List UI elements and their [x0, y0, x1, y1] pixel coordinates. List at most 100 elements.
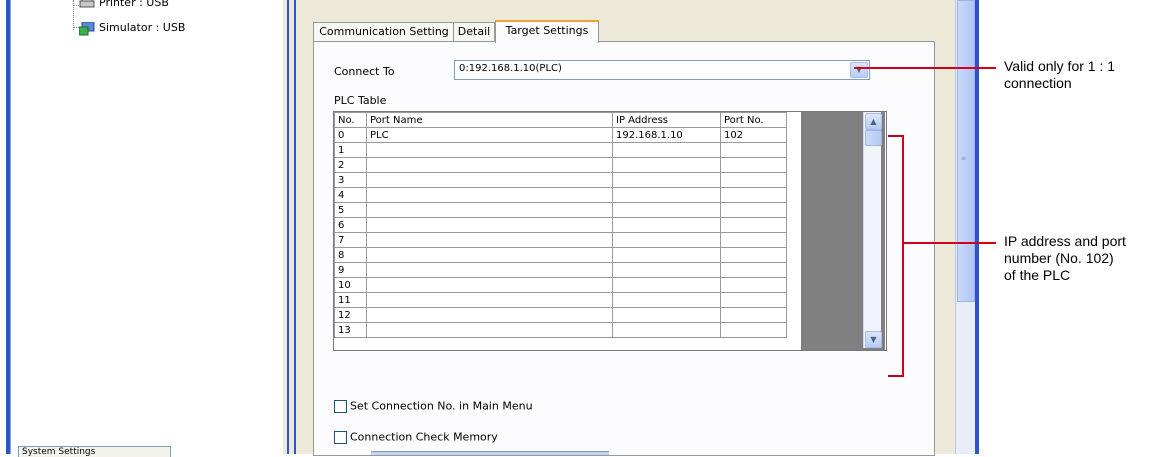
cell-port-no[interactable]: 102 — [720, 127, 787, 143]
cell-ip-address[interactable] — [612, 232, 721, 248]
chevron-down-icon[interactable]: ▼ — [850, 62, 868, 78]
checkbox-box[interactable] — [334, 430, 347, 444]
cell-no[interactable]: 12 — [334, 307, 367, 323]
callout-line-table — [903, 242, 996, 244]
cell-port-name[interactable] — [366, 187, 613, 203]
table-row[interactable]: 0 PLC 192.168.1.10 102 — [334, 127, 787, 143]
chevron-down-icon[interactable]: ▼ — [865, 331, 882, 348]
cell-port-name[interactable] — [366, 262, 613, 278]
cell-port-no[interactable] — [720, 277, 787, 293]
cell-no[interactable]: 6 — [334, 217, 367, 233]
table-row[interactable]: 1 — [334, 142, 787, 158]
cell-ip-address[interactable] — [612, 172, 721, 188]
cell-port-no[interactable] — [720, 187, 787, 203]
cell-port-no[interactable] — [720, 262, 787, 278]
cell-ip-address[interactable] — [612, 217, 721, 233]
scrollbar-thumb[interactable] — [865, 130, 882, 146]
cell-no[interactable]: 10 — [334, 277, 367, 293]
cell-port-name[interactable] — [366, 232, 613, 248]
cell-ip-address[interactable] — [612, 247, 721, 263]
cell-no[interactable]: 1 — [334, 142, 367, 158]
tab-system-settings[interactable]: System Settings — [18, 446, 171, 457]
cell-ip-address[interactable] — [612, 322, 721, 338]
cell-port-no[interactable] — [720, 232, 787, 248]
cell-no[interactable]: 4 — [334, 187, 367, 203]
tree-item-printer[interactable]: Printer : USB — [79, 0, 169, 9]
cell-port-no[interactable] — [720, 142, 787, 158]
table-row[interactable]: 11 — [334, 292, 787, 308]
cell-port-no[interactable] — [720, 307, 787, 323]
cell-port-name[interactable] — [366, 217, 613, 233]
tab-target-settings[interactable]: Target Settings — [495, 20, 599, 43]
cell-port-name[interactable] — [366, 172, 613, 188]
connection-check-memory-checkbox[interactable]: Connection Check Memory — [334, 430, 498, 444]
table-row[interactable]: 10 — [334, 277, 787, 293]
cell-port-name[interactable]: PLC — [366, 127, 613, 143]
cell-port-name[interactable] — [366, 247, 613, 263]
cell-ip-address[interactable] — [612, 202, 721, 218]
table-row[interactable]: 3 — [334, 172, 787, 188]
chevron-up-icon[interactable]: ▲ — [865, 113, 882, 130]
column-header-port-no[interactable]: Port No. — [720, 112, 787, 128]
cell-ip-address[interactable] — [612, 142, 721, 158]
cell-port-name[interactable] — [366, 277, 613, 293]
table-row[interactable]: 5 — [334, 202, 787, 218]
cell-port-no[interactable] — [720, 292, 787, 308]
cell-no[interactable]: 8 — [334, 247, 367, 263]
table-header-row: No. Port Name IP Address Port No. — [334, 112, 787, 128]
table-row[interactable]: 9 — [334, 262, 787, 278]
cell-ip-address[interactable] — [612, 187, 721, 203]
tab-communication-setting[interactable]: Communication Setting — [313, 22, 455, 41]
bottom-tab-strip — [371, 451, 609, 455]
cell-no[interactable]: 3 — [334, 172, 367, 188]
cell-port-name[interactable] — [366, 292, 613, 308]
cell-no[interactable]: 2 — [334, 157, 367, 173]
checkbox-box[interactable] — [334, 399, 347, 413]
table-row[interactable]: 12 — [334, 307, 787, 323]
cell-ip-address[interactable] — [612, 292, 721, 308]
connect-to-select[interactable]: 0:192.168.1.10(PLC) ▼ — [454, 60, 870, 80]
scrollbar-thumb[interactable] — [957, 0, 975, 302]
cell-no[interactable]: 7 — [334, 232, 367, 248]
cell-port-no[interactable] — [720, 217, 787, 233]
table-row[interactable]: 4 — [334, 187, 787, 203]
cell-port-no[interactable] — [720, 202, 787, 218]
cell-ip-address[interactable] — [612, 262, 721, 278]
cell-port-no[interactable] — [720, 172, 787, 188]
column-header-port-name[interactable]: Port Name — [366, 112, 613, 128]
table-row[interactable]: 13 — [334, 322, 787, 338]
cell-ip-address[interactable] — [612, 157, 721, 173]
table-scrollbar[interactable]: ▲ ▼ — [863, 112, 882, 348]
cell-ip-address[interactable]: 192.168.1.10 — [612, 127, 721, 143]
cell-no[interactable]: 13 — [334, 322, 367, 338]
cell-no[interactable]: 0 — [334, 127, 367, 143]
column-header-no[interactable]: No. — [334, 112, 367, 128]
cell-ip-address[interactable] — [612, 307, 721, 323]
cell-port-no[interactable] — [720, 322, 787, 338]
cell-no[interactable]: 11 — [334, 292, 367, 308]
table-row[interactable]: 8 — [334, 247, 787, 263]
cell-port-name[interactable] — [366, 157, 613, 173]
printer-icon — [79, 0, 95, 9]
column-header-ip-address[interactable]: IP Address — [612, 112, 721, 128]
cell-port-no[interactable] — [720, 247, 787, 263]
callout-bracket-side — [902, 135, 904, 377]
table-row[interactable]: 6 — [334, 217, 787, 233]
cell-no[interactable]: 5 — [334, 202, 367, 218]
callout-table: IP address and port number (No. 102) of … — [1004, 233, 1126, 284]
cell-port-name[interactable] — [366, 307, 613, 323]
tree-item-simulator[interactable]: Simulator : USB — [78, 21, 185, 36]
cell-no[interactable]: 9 — [334, 262, 367, 278]
cell-ip-address[interactable] — [612, 277, 721, 293]
callout-text-line: number (No. 102) — [1004, 250, 1114, 266]
table-row[interactable]: 2 — [334, 157, 787, 173]
callout-line-connect — [854, 67, 996, 69]
cell-port-name[interactable] — [366, 142, 613, 158]
cell-port-name[interactable] — [366, 322, 613, 338]
tab-detail[interactable]: Detail — [453, 22, 495, 41]
table-row[interactable]: 7 — [334, 232, 787, 248]
panel-splitter[interactable] — [283, 0, 301, 454]
set-connection-no-checkbox[interactable]: Set Connection No. in Main Menu — [334, 399, 533, 413]
cell-port-name[interactable] — [366, 202, 613, 218]
cell-port-no[interactable] — [720, 157, 787, 173]
